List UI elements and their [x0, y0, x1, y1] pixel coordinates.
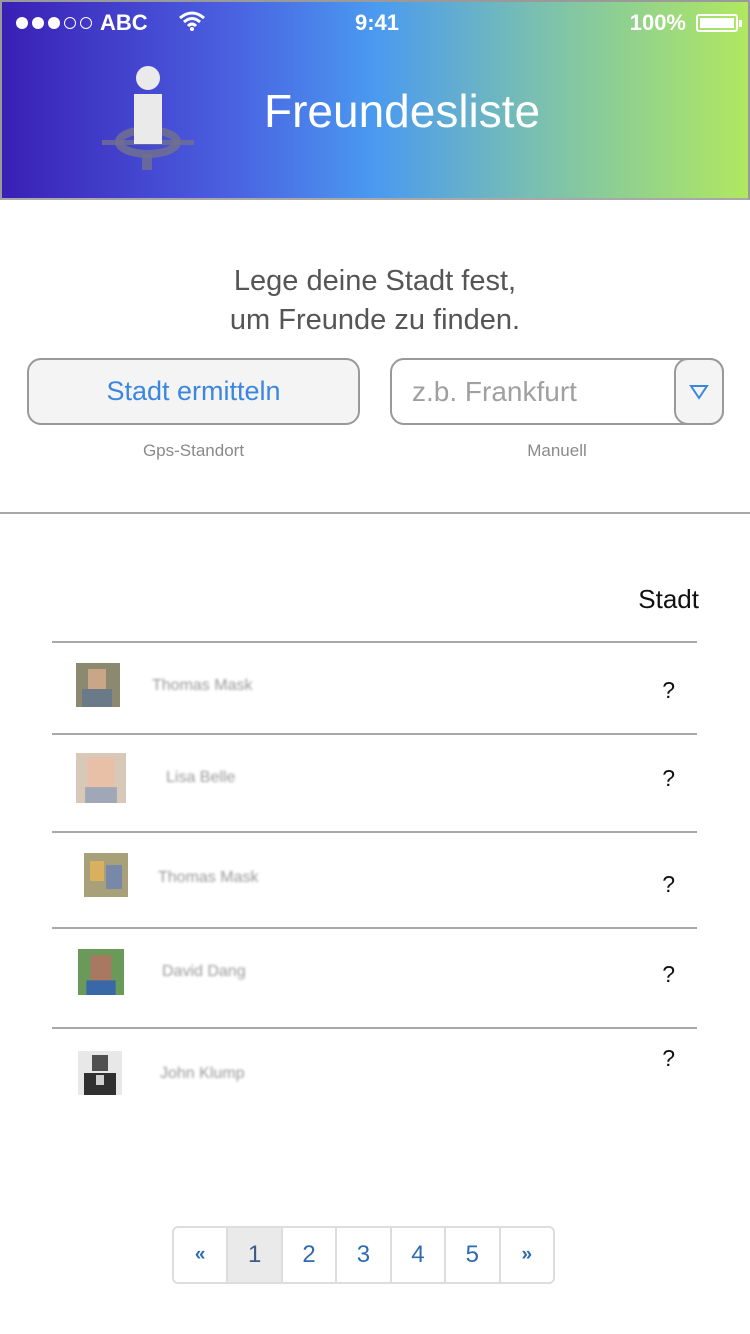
friend-city: ? [662, 1045, 675, 1071]
battery-percent: 100% [629, 10, 686, 35]
friends-table: Thomas Mask ? Lisa Belle ? Thomas Mask ?… [52, 641, 697, 1119]
friend-name: Thomas Mask [152, 677, 253, 694]
status-bar: ABC 9:41 100% [2, 8, 750, 38]
page-5[interactable]: 5 [446, 1228, 501, 1282]
friend-city: ? [662, 961, 675, 987]
avatar [78, 949, 124, 995]
table-row[interactable]: John Klump ? [52, 1027, 697, 1119]
table-row[interactable]: Lisa Belle ? [52, 733, 697, 831]
page-4[interactable]: 4 [392, 1228, 447, 1282]
pagination-next[interactable]: » [501, 1228, 553, 1282]
city-column-header: Stadt [638, 584, 699, 614]
city-dropdown-button[interactable] [674, 358, 724, 425]
page-title: Freundesliste [264, 85, 541, 137]
pagination: « 1 2 3 4 5 » [172, 1226, 555, 1284]
friend-city: ? [662, 677, 675, 703]
page-1[interactable]: 1 [228, 1228, 283, 1282]
avatar [76, 663, 120, 707]
avatar [76, 753, 126, 803]
table-row[interactable]: Thomas Mask ? [52, 641, 697, 733]
gps-caption: Gps-Standort [142, 441, 245, 460]
triangle-down-icon [689, 384, 709, 400]
city-input[interactable] [392, 360, 674, 423]
avatar [78, 1051, 122, 1095]
pagination-prev[interactable]: « [174, 1228, 229, 1282]
battery-icon [696, 14, 742, 32]
friend-name: Thomas Mask [158, 869, 259, 886]
page-2[interactable]: 2 [283, 1228, 338, 1282]
page-3[interactable]: 3 [337, 1228, 392, 1282]
person-on-map-icon [102, 66, 194, 170]
friend-city: ? [662, 765, 675, 791]
friend-name: John Klump [160, 1065, 245, 1082]
detect-city-button[interactable]: Stadt ermitteln [27, 358, 360, 425]
friend-name: David Dang [162, 963, 246, 980]
friend-city: ? [662, 871, 675, 897]
location-prompt: Lege deine Stadt fest, um Freunde zu fin… [0, 262, 750, 340]
manual-caption: Manuell [527, 441, 587, 460]
app-header: ABC 9:41 100% Freundesliste [0, 0, 750, 200]
table-row[interactable]: Thomas Mask ? [52, 831, 697, 927]
section-divider [0, 512, 750, 514]
prompt-line-2: um Freunde zu finden. [229, 304, 521, 336]
table-row[interactable]: David Dang ? [52, 927, 697, 1027]
friend-name: Lisa Belle [166, 769, 236, 786]
city-select [390, 358, 724, 425]
prompt-line-1: Lege deine Stadt fest, [233, 265, 517, 297]
avatar [84, 853, 128, 897]
